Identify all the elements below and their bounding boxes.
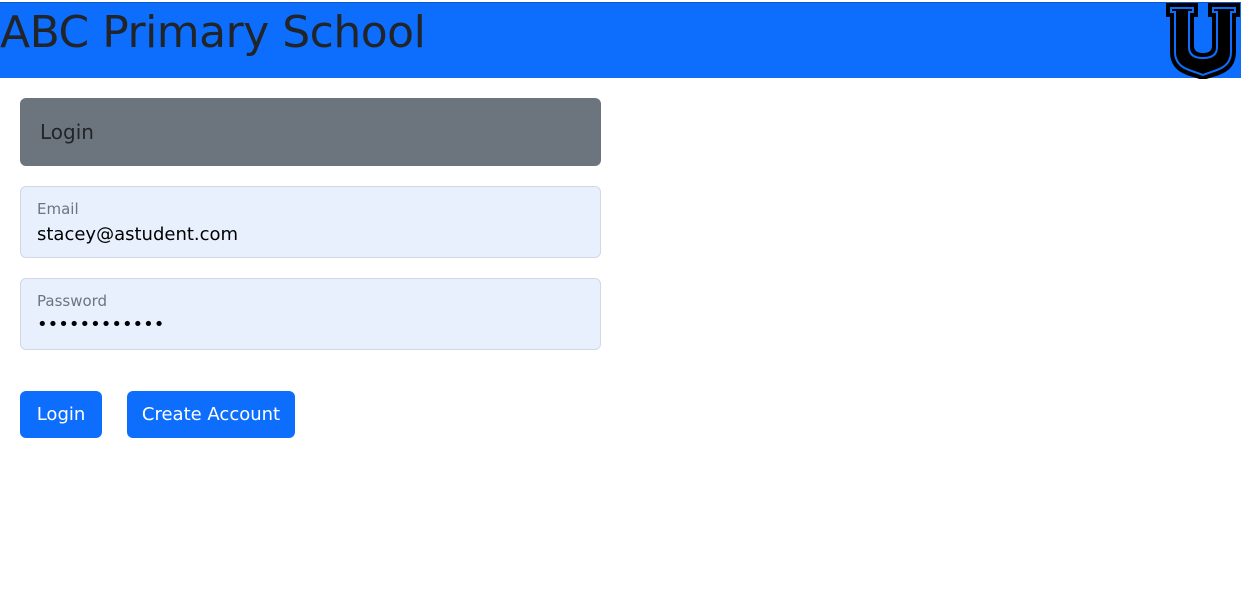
email-value[interactable]: stacey@astudent.com [37, 223, 238, 247]
site-title: ABC Primary School [0, 7, 426, 58]
email-field[interactable]: Email stacey@astudent.com [20, 186, 601, 258]
password-value[interactable]: •••••••••••• [37, 313, 164, 337]
login-button[interactable]: Login [20, 391, 102, 438]
email-label: Email [37, 200, 79, 218]
password-field[interactable]: Password •••••••••••• [20, 278, 601, 350]
login-card-header: Login [20, 98, 601, 166]
password-label: Password [37, 292, 108, 310]
site-header: ABC Primary School [0, 2, 1241, 81]
login-card-title: Login [40, 120, 94, 144]
create-account-button[interactable]: Create Account [127, 391, 295, 438]
u-shield-logo-icon [1165, 2, 1241, 81]
